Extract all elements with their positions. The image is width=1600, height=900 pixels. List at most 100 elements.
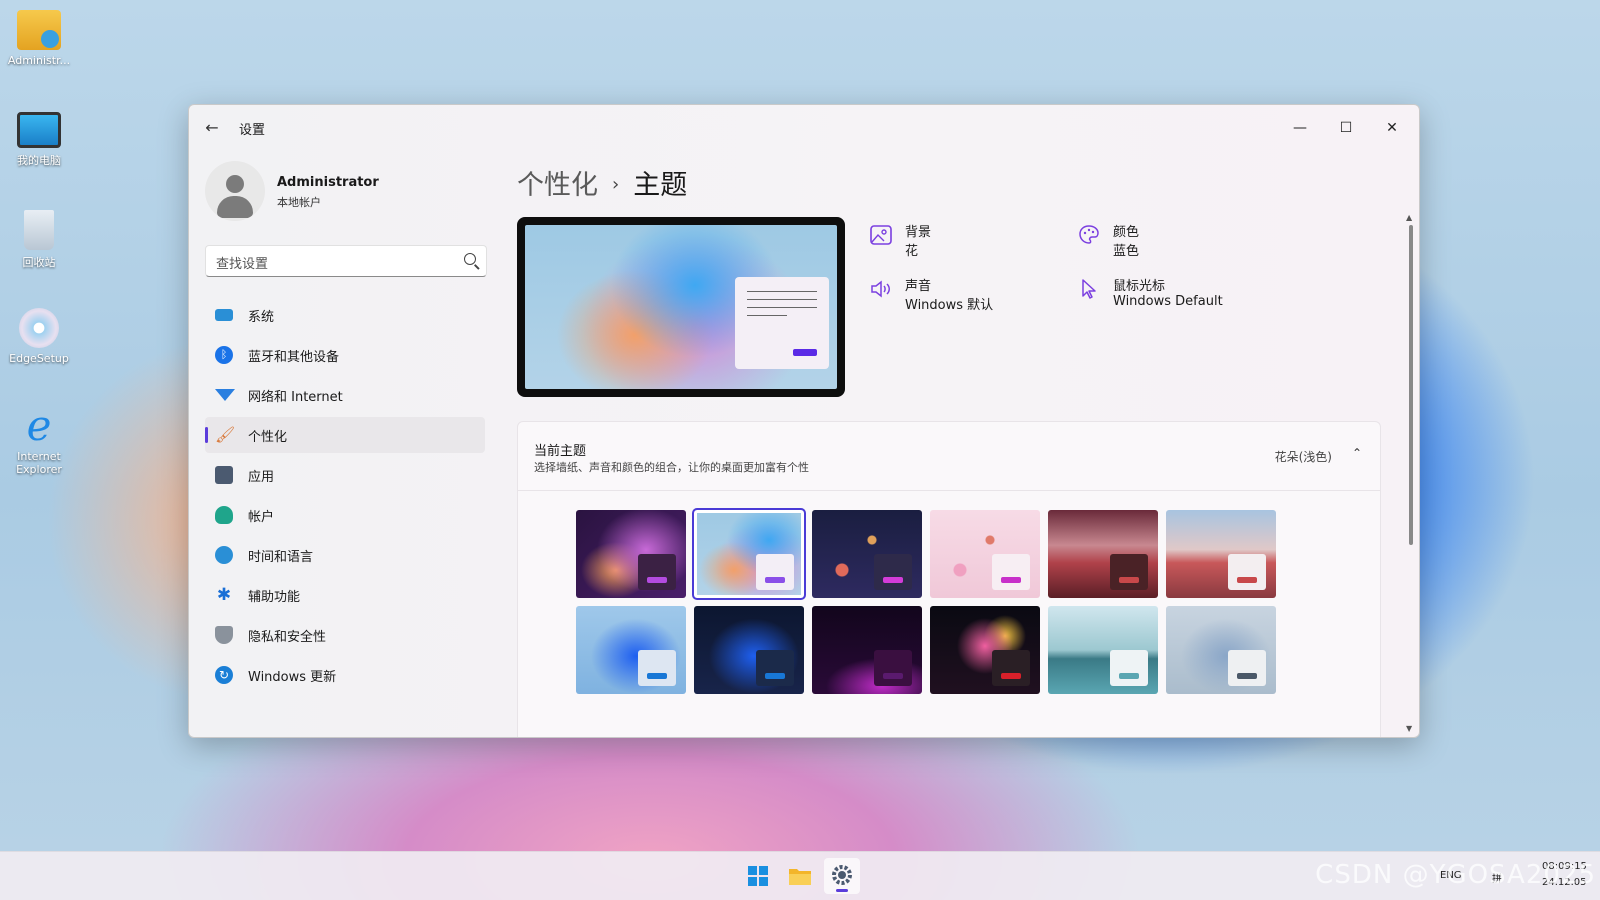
account-type: 本地帐户 bbox=[277, 196, 321, 209]
title-bar: ← 设置 — ☐ ✕ bbox=[189, 105, 1419, 149]
scroll-thumb[interactable] bbox=[1409, 225, 1413, 545]
scroll-down-icon[interactable]: ▼ bbox=[1406, 724, 1412, 733]
property-title: 背景 bbox=[905, 225, 932, 240]
desktop-icon-label: 我的电脑 bbox=[17, 154, 61, 167]
theme-tile[interactable] bbox=[812, 510, 922, 598]
sound-setting[interactable]: 声音 Windows 默认 bbox=[869, 275, 1049, 315]
desktop-icon-label: Administr... bbox=[7, 54, 71, 67]
sidebar-item-privacy[interactable]: 隐私和安全性 bbox=[205, 617, 485, 653]
property-title: 颜色 bbox=[1113, 225, 1140, 240]
search-input[interactable]: 查找设置 bbox=[205, 245, 487, 277]
settings-window: ← 设置 — ☐ ✕ Administrator 本地帐户 查找设置 系统 ᛒ … bbox=[188, 104, 1420, 738]
desktop-icon-recycle-bin[interactable]: 回收站 bbox=[4, 210, 74, 270]
sidebar-item-apps[interactable]: 应用 bbox=[205, 457, 485, 493]
theme-tile[interactable] bbox=[1166, 606, 1276, 694]
sidebar-item-personalization[interactable]: 🖌 个性化 bbox=[205, 417, 485, 453]
theme-accent-bar bbox=[647, 577, 667, 583]
theme-accent-bar bbox=[1119, 673, 1139, 679]
sidebar-item-label: 隐私和安全性 bbox=[248, 630, 327, 645]
minimize-button[interactable]: — bbox=[1277, 113, 1323, 143]
theme-tile[interactable] bbox=[1166, 510, 1276, 598]
cursor-icon bbox=[1082, 279, 1096, 299]
theme-preview bbox=[517, 217, 845, 397]
theme-tile[interactable] bbox=[930, 510, 1040, 598]
page-title: 主题 bbox=[633, 170, 688, 201]
theme-accent-bar bbox=[1237, 577, 1257, 583]
sidebar-item-accounts[interactable]: 帐户 bbox=[205, 497, 485, 533]
current-theme-description: 选择墙纸、声音和颜色的组合，让你的桌面更加富有个性 bbox=[534, 461, 809, 474]
theme-window-preview bbox=[874, 650, 912, 686]
back-button[interactable]: ← bbox=[201, 117, 223, 139]
theme-window-preview bbox=[992, 554, 1030, 590]
theme-tile[interactable] bbox=[812, 606, 922, 694]
computer-icon bbox=[17, 112, 61, 148]
desktop-icon-computer[interactable]: 我的电脑 bbox=[4, 112, 74, 168]
theme-window-preview bbox=[874, 554, 912, 590]
chevron-up-icon[interactable]: ⌃ bbox=[1352, 446, 1362, 460]
folder-icon bbox=[789, 869, 811, 885]
theme-accent-bar bbox=[1001, 577, 1021, 583]
update-icon: ↻ bbox=[215, 666, 233, 684]
sidebar-item-accessibility[interactable]: ✱ 辅助功能 bbox=[205, 577, 485, 613]
settings-taskbar-button[interactable] bbox=[824, 858, 860, 894]
theme-tile[interactable] bbox=[576, 606, 686, 694]
theme-tile[interactable] bbox=[692, 508, 806, 600]
current-theme-value: 花朵(浅色) bbox=[1274, 450, 1332, 464]
bluetooth-icon: ᛒ bbox=[215, 346, 233, 364]
accessibility-icon: ✱ bbox=[216, 585, 232, 605]
sidebar-item-label: 应用 bbox=[248, 470, 275, 485]
internet-explorer-icon: e bbox=[26, 401, 52, 450]
theme-tile[interactable] bbox=[694, 606, 804, 694]
property-value: 蓝色 bbox=[1113, 244, 1140, 259]
scrollbar[interactable]: ▲ ▼ bbox=[1406, 213, 1413, 733]
active-indicator bbox=[836, 889, 848, 892]
sidebar-item-system[interactable]: 系统 bbox=[205, 297, 485, 333]
file-explorer-button[interactable] bbox=[782, 858, 818, 894]
theme-tile[interactable] bbox=[1048, 510, 1158, 598]
apps-icon bbox=[215, 466, 233, 484]
sidebar-item-label: 系统 bbox=[248, 310, 275, 325]
theme-tile[interactable] bbox=[930, 606, 1040, 694]
start-button[interactable] bbox=[740, 858, 776, 894]
theme-preview-window bbox=[735, 277, 829, 369]
breadcrumb: 个性化 › 主题 bbox=[517, 163, 687, 202]
desktop-icon-label: Internet Explorer bbox=[16, 450, 62, 476]
property-title: 鼠标光标 bbox=[1113, 279, 1166, 294]
theme-window-preview bbox=[1110, 650, 1148, 686]
current-theme-header[interactable]: 当前主题 选择墙纸、声音和颜色的组合，让你的桌面更加富有个性 花朵(浅色) ⌃ bbox=[518, 422, 1380, 491]
cursor-setting[interactable]: 鼠标光标 Windows Default bbox=[1077, 275, 1277, 315]
arrow-left-icon: ← bbox=[205, 118, 219, 137]
property-title: 声音 bbox=[905, 279, 932, 294]
property-value: Windows 默认 bbox=[905, 298, 994, 313]
desktop-icon-edgesetup[interactable]: EdgeSetup bbox=[4, 308, 74, 365]
desktop-icon-label: EdgeSetup bbox=[9, 352, 69, 365]
sidebar-item-label: Windows 更新 bbox=[248, 670, 337, 685]
background-setting[interactable]: 背景 花 bbox=[869, 221, 1049, 261]
theme-accent-bar bbox=[1119, 577, 1139, 583]
theme-accent-bar bbox=[883, 577, 903, 583]
sidebar-item-bluetooth[interactable]: ᛒ 蓝牙和其他设备 bbox=[205, 337, 485, 373]
sidebar-item-network[interactable]: 网络和 Internet bbox=[205, 377, 485, 413]
theme-accent-bar bbox=[1001, 673, 1021, 679]
theme-window-preview bbox=[1110, 554, 1148, 590]
theme-tile[interactable] bbox=[1048, 606, 1158, 694]
theme-window-preview bbox=[756, 554, 794, 590]
sidebar-item-label: 个性化 bbox=[248, 430, 288, 445]
scroll-up-icon[interactable]: ▲ bbox=[1406, 213, 1412, 222]
breadcrumb-parent[interactable]: 个性化 bbox=[517, 170, 598, 201]
property-value: 花 bbox=[905, 244, 919, 259]
color-setting[interactable]: 颜色 蓝色 bbox=[1077, 221, 1257, 261]
palette-icon bbox=[1079, 225, 1099, 244]
wifi-icon bbox=[215, 389, 235, 401]
sidebar-item-windows-update[interactable]: ↻ Windows 更新 bbox=[205, 657, 485, 693]
theme-window-preview bbox=[756, 650, 794, 686]
current-theme-title: 当前主题 bbox=[534, 444, 587, 459]
maximize-button[interactable]: ☐ bbox=[1323, 113, 1369, 143]
breadcrumb-separator: › bbox=[612, 174, 620, 195]
theme-tile[interactable] bbox=[576, 510, 686, 598]
sidebar-item-time-language[interactable]: 时间和语言 bbox=[205, 537, 485, 573]
close-button[interactable]: ✕ bbox=[1369, 113, 1415, 143]
sidebar-item-label: 帐户 bbox=[248, 510, 275, 525]
desktop-icon-administrator[interactable]: Administr... bbox=[4, 10, 74, 67]
desktop-icon-internet-explorer[interactable]: e Internet Explorer bbox=[4, 401, 74, 477]
